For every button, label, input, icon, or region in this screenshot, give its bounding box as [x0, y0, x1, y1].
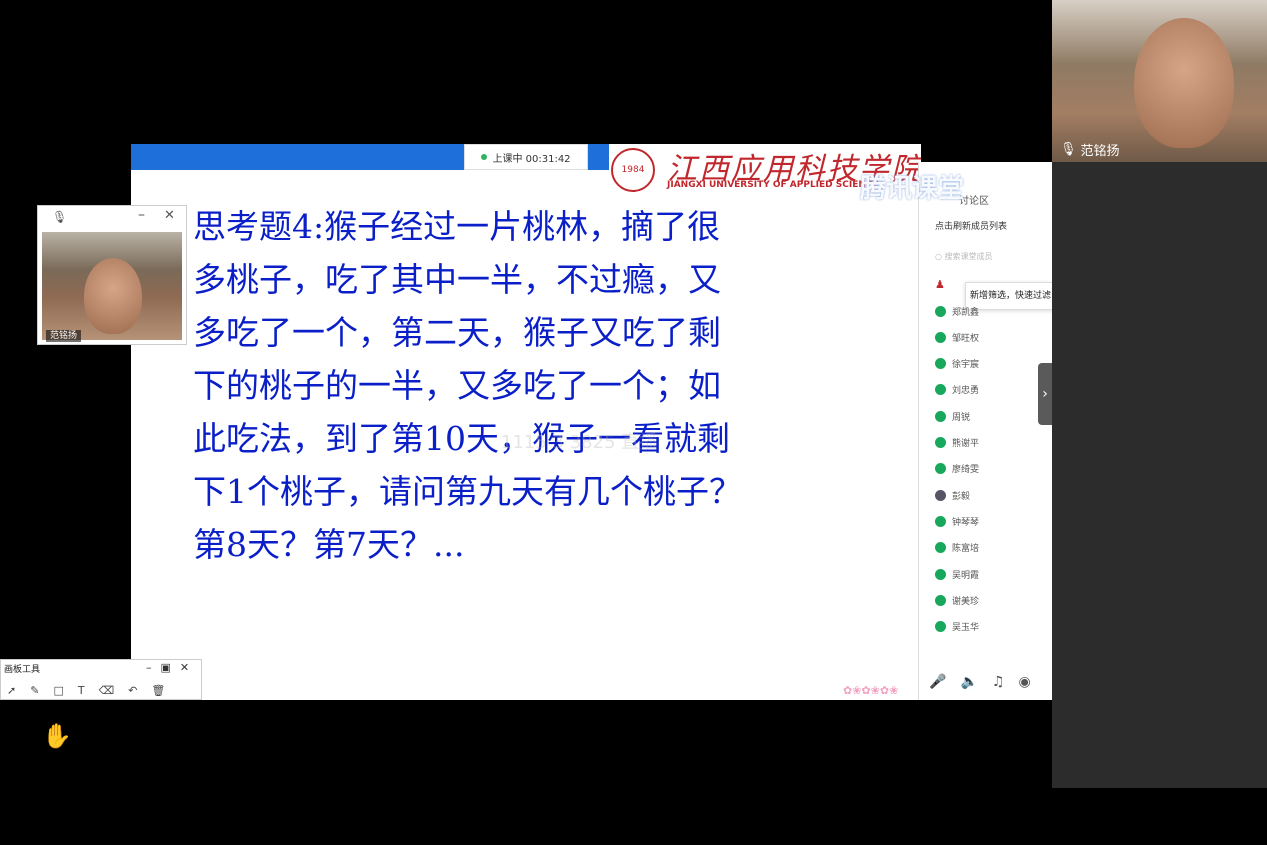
- member-name: 吴明霞: [952, 570, 980, 581]
- university-name-en: JIANGXI UNIVERSITY OF APPLIED SCIENCE: [667, 180, 879, 190]
- member-name: 吴玉华: [952, 622, 980, 633]
- member-name: 郑凯鑫: [952, 307, 980, 318]
- member-name: 钟琴琴: [952, 517, 980, 528]
- member-name: 廖绮雯: [952, 464, 980, 475]
- member-item[interactable]: 吴明霞: [935, 567, 979, 581]
- member-item[interactable]: 吴玉华: [935, 619, 979, 633]
- member-icon: [935, 515, 946, 527]
- refresh-members-link[interactable]: 点击刷新成员列表: [935, 219, 1007, 232]
- member-item[interactable]: 钟琴琴: [935, 514, 979, 528]
- member-name: 邹旺权: [952, 333, 980, 344]
- mic-icon[interactable]: 🎤: [929, 674, 946, 690]
- member-avatar-icon: [935, 489, 946, 501]
- search-placeholder: 搜索课堂成员: [944, 252, 993, 261]
- main-camera-view: 🎙 范铭扬: [1052, 0, 1267, 162]
- rectangle-icon[interactable]: □: [53, 684, 63, 697]
- member-item[interactable]: 刘忠勇: [935, 382, 979, 396]
- member-icon: [935, 462, 946, 474]
- close-icon[interactable]: ✕: [164, 208, 175, 223]
- member-item[interactable]: 熊谢平: [935, 435, 979, 449]
- member-panel: 讨论区 点击刷新成员列表 ○ 搜索课堂成员 ♟ 新增筛选，快速过滤 郑凯鑫 邹旺…: [918, 162, 1053, 700]
- question-line: 多吃了一个，第二天，猴子又吃了剩: [193, 313, 721, 352]
- undo-icon[interactable]: ↶: [128, 684, 137, 697]
- timer-text: 上课中 00:31:42: [492, 153, 571, 165]
- speaker-icon[interactable]: 🔈: [960, 674, 977, 690]
- text-icon[interactable]: T: [78, 684, 85, 697]
- member-name: 徐宇宸: [952, 359, 980, 370]
- music-icon[interactable]: ♫: [992, 674, 1005, 690]
- member-item[interactable]: 谢美珍: [935, 593, 979, 607]
- watermark: 1115 3 3825 直播: [501, 432, 658, 453]
- member-item[interactable]: 郑凯鑫: [935, 304, 979, 318]
- member-search[interactable]: ○ 搜索课堂成员: [935, 251, 993, 262]
- slide-area: 上课中 00:31:42 1984 江西应用科技学院 JIANGXI UNIVE…: [131, 144, 921, 700]
- member-item[interactable]: 徐宇宸: [935, 356, 979, 370]
- camera-window-bar: 🎙 – ✕: [38, 206, 186, 230]
- member-icon: [935, 620, 946, 632]
- member-name: 熊谢平: [952, 438, 980, 449]
- flower-decoration: ✿❀✿❀✿❀: [843, 684, 899, 697]
- member-name: 谢美珍: [952, 596, 980, 607]
- camera-icon[interactable]: ◉: [1018, 674, 1030, 690]
- live-dot-icon: [481, 154, 488, 160]
- question-text: 思考题4:猴子经过一片桃林，摘了很 多桃子，吃了其中一半，不过瘾，又 多吃了一个…: [193, 200, 833, 571]
- member-name: 彭毅: [952, 491, 971, 502]
- class-timer: 上课中 00:31:42: [464, 144, 588, 170]
- eraser-icon[interactable]: ⌫: [99, 684, 115, 697]
- pen-icon[interactable]: ✎: [30, 684, 39, 697]
- member-icon: [935, 357, 946, 369]
- member-icon: [935, 568, 946, 580]
- member-icon: [935, 594, 946, 606]
- camera-video: 范铭扬: [42, 232, 182, 342]
- member-icon: [935, 383, 946, 395]
- person-face: [84, 258, 142, 334]
- pointer-icon[interactable]: ➚: [7, 684, 16, 697]
- member-item[interactable]: 周锐: [935, 409, 970, 423]
- member-name: 周锐: [952, 412, 971, 423]
- side-video-area: [1052, 162, 1267, 788]
- question-line: 下的桃子的一半，又多吃了一个；如: [193, 366, 721, 405]
- panel-collapse-button[interactable]: ›: [1038, 363, 1052, 425]
- question-line: 思考题4:猴子经过一片桃林，摘了很: [193, 207, 721, 246]
- small-camera-window[interactable]: 🎙 – ✕ 范铭扬: [37, 205, 187, 345]
- member-icon: [935, 331, 946, 343]
- toolbox-title: 画板工具: [4, 665, 41, 675]
- camera-user-name: 范铭扬: [1080, 144, 1120, 159]
- tencent-classroom-logo: 腾讯课堂: [860, 174, 965, 204]
- maximize-icon[interactable]: ▣: [161, 661, 171, 674]
- member-name: 陈富培: [952, 543, 980, 554]
- question-line: 第8天？第7天？...: [193, 525, 465, 564]
- search-icon: ○: [935, 252, 945, 261]
- close-icon[interactable]: ✕: [180, 661, 189, 674]
- member-icon: [935, 436, 946, 448]
- mic-icon: 🎙: [1060, 142, 1077, 157]
- member-item[interactable]: 陈富培: [935, 540, 979, 554]
- teacher-icon: ♟: [935, 278, 945, 291]
- member-icon: [935, 541, 946, 553]
- panel-bottom-toolbar: 🎤 🔈 ♫ ◉: [929, 674, 1031, 690]
- toolbox-tools: ➚ ✎ □ T ⌫ ↶ 🗑: [7, 684, 165, 697]
- university-seal-icon: 1984: [611, 148, 655, 192]
- minimize-icon[interactable]: –: [146, 661, 152, 674]
- mic-icon[interactable]: 🎙: [52, 210, 67, 224]
- member-item[interactable]: 廖绮雯: [935, 461, 979, 475]
- member-icon: [935, 410, 946, 422]
- member-item[interactable]: 邹旺权: [935, 330, 979, 344]
- member-icon: [935, 305, 946, 317]
- camera-name-label: 🎙 范铭扬: [1060, 140, 1120, 159]
- raise-hand-icon[interactable]: ✋: [42, 722, 72, 750]
- question-line: 下1个桃子，请问第九天有几个桃子？: [193, 472, 742, 511]
- question-line: 多桃子，吃了其中一半，不过瘾，又: [193, 260, 721, 299]
- toolbox-window-controls: – ▣ ✕: [146, 661, 189, 674]
- camera-name-label: 范铭扬: [46, 330, 82, 342]
- minimize-icon[interactable]: –: [138, 207, 145, 223]
- trash-icon[interactable]: 🗑: [151, 684, 165, 697]
- member-item[interactable]: 彭毅: [935, 488, 970, 502]
- person-face: [1134, 18, 1234, 148]
- member-name: 刘忠勇: [952, 385, 980, 396]
- drawing-toolbox: 画板工具 – ▣ ✕ ➚ ✎ □ T ⌫ ↶ 🗑: [0, 659, 202, 700]
